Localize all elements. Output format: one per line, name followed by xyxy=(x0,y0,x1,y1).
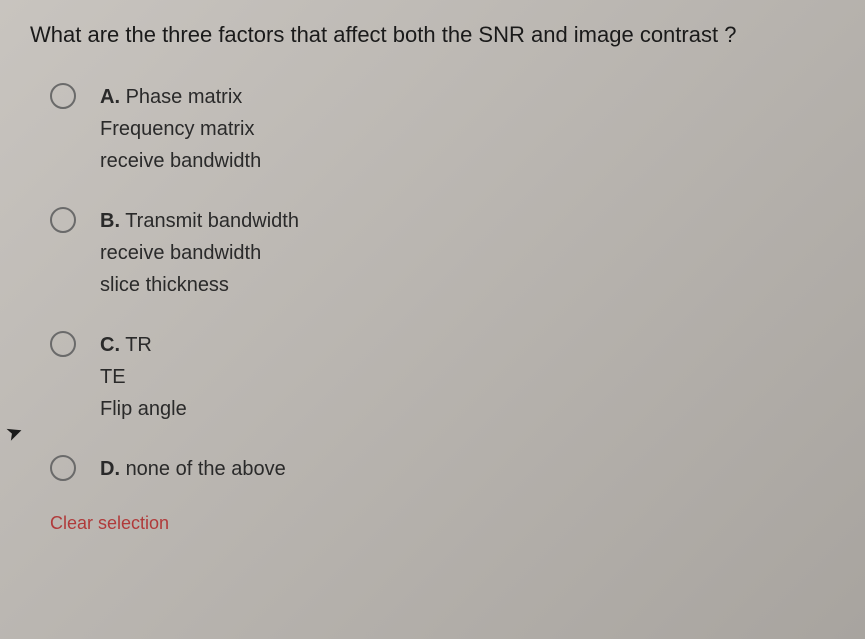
option-b[interactable]: B. Transmit bandwidth receive bandwidth … xyxy=(50,205,835,301)
option-b-line-2: receive bandwidth xyxy=(100,237,299,269)
radio-b[interactable] xyxy=(50,207,76,233)
option-d-letter: D. xyxy=(100,458,120,480)
cursor-icon: ➤ xyxy=(2,418,26,447)
radio-a[interactable] xyxy=(50,83,76,109)
option-a-line-2: Frequency matrix xyxy=(100,113,261,145)
option-b-line-3: slice thickness xyxy=(100,269,299,301)
option-a-letter: A. xyxy=(100,86,120,108)
option-b-letter: B. xyxy=(100,210,120,232)
options-container: A. Phase matrix Frequency matrix receive… xyxy=(30,81,835,485)
option-c[interactable]: C. TR TE Flip angle xyxy=(50,329,835,425)
option-a-line-3: receive bandwidth xyxy=(100,145,261,177)
option-a-line-1: Phase matrix xyxy=(126,86,243,108)
option-a[interactable]: A. Phase matrix Frequency matrix receive… xyxy=(50,81,835,177)
radio-c[interactable] xyxy=(50,331,76,357)
option-b-content: B. Transmit bandwidth receive bandwidth … xyxy=(100,205,299,301)
option-d-content: D. none of the above xyxy=(100,453,286,485)
option-d[interactable]: D. none of the above xyxy=(50,453,835,485)
option-a-content: A. Phase matrix Frequency matrix receive… xyxy=(100,81,261,177)
radio-d[interactable] xyxy=(50,455,76,481)
option-c-letter: C. xyxy=(100,334,120,356)
clear-selection-link[interactable]: Clear selection xyxy=(50,513,835,534)
option-c-content: C. TR TE Flip angle xyxy=(100,329,187,425)
option-b-line-1: Transmit bandwidth xyxy=(125,210,299,232)
option-c-line-1: TR xyxy=(125,334,152,356)
question-text: What are the three factors that affect b… xyxy=(30,20,835,51)
option-c-line-3: Flip angle xyxy=(100,393,187,425)
option-c-line-2: TE xyxy=(100,361,187,393)
option-d-line-1: none of the above xyxy=(126,458,286,480)
